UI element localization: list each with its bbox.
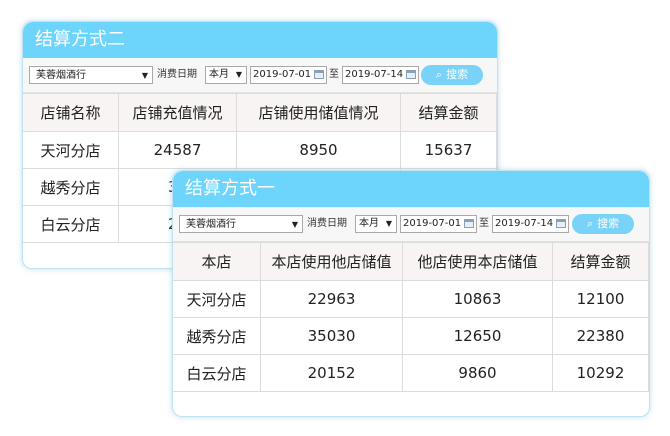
end-date-input[interactable]: 2019-07-14 [492,215,569,233]
start-date-value: 2019-07-01 [253,69,312,80]
column-header: 他店使用本店储值 [402,242,553,281]
column-header: 结算金额 [400,93,497,132]
table-cell: 天河分店 [173,280,261,318]
calendar-icon[interactable] [314,70,324,79]
table-cell: 22963 [260,280,403,318]
table-cell: 20152 [260,354,403,392]
search-button[interactable]: ⌕ 搜索 [572,214,634,234]
store-select[interactable]: 芙蓉烟酒行 ▼ [29,66,153,84]
date-label: 消费日期 [307,218,347,229]
chevron-down-icon: ▼ [291,220,298,229]
date-label: 消费日期 [157,69,197,80]
table-cell: 9860 [402,354,553,392]
calendar-icon[interactable] [556,219,566,228]
period-select-value: 本月 [359,218,379,229]
chevron-down-icon: ▼ [235,70,242,79]
table-row: 天河分店 24587 8950 15637 [23,131,497,169]
to-label: 至 [329,69,339,80]
settlement-table: 本店 本店使用他店储值 他店使用本店储值 结算金额 天河分店 22963 108… [173,242,649,392]
column-header: 结算金额 [552,242,649,281]
table-cell: 8950 [236,131,401,169]
settlement-panel-one: 结算方式一 芙蓉烟酒行 ▼ 消费日期 本月 ▼ 2019-07-01 至 201… [172,170,650,417]
calendar-icon[interactable] [464,219,474,228]
store-select[interactable]: 芙蓉烟酒行 ▼ [179,215,303,233]
table-cell: 12650 [402,317,553,355]
panel-title: 结算方式二 [23,22,497,58]
search-button[interactable]: ⌕ 搜索 [421,65,483,85]
table-row: 越秀分店 35030 12650 22380 [173,317,649,355]
table-cell: 24587 [118,131,237,169]
table-cell: 22380 [552,317,649,355]
start-date-input[interactable]: 2019-07-01 [250,66,327,84]
table-cell: 12100 [552,280,649,318]
chevron-down-icon: ▼ [141,71,148,80]
search-button-label: 搜索 [597,217,620,230]
table-row: 白云分店 20152 9860 10292 [173,354,649,392]
panel-title: 结算方式一 [173,171,649,207]
store-select-value: 芙蓉烟酒行 [36,70,86,81]
table-header-row: 店铺名称 店铺充值情况 店铺使用储值情况 结算金额 [23,93,497,132]
column-header: 本店使用他店储值 [260,242,403,281]
start-date-value: 2019-07-01 [403,218,462,229]
column-header: 店铺充值情况 [118,93,237,132]
period-select[interactable]: 本月 ▼ [205,66,247,84]
start-date-input[interactable]: 2019-07-01 [400,215,477,233]
table-cell: 天河分店 [23,131,119,169]
end-date-value: 2019-07-14 [345,69,404,80]
chevron-down-icon: ▼ [385,219,392,228]
table-cell: 越秀分店 [23,168,119,206]
search-icon: ⌕ [435,68,443,81]
filter-toolbar: 芙蓉烟酒行 ▼ 消费日期 本月 ▼ 2019-07-01 至 2019-07-1… [173,207,649,242]
table-header-row: 本店 本店使用他店储值 他店使用本店储值 结算金额 [173,242,649,281]
table-cell: 白云分店 [173,354,261,392]
table-cell: 15637 [400,131,497,169]
period-select[interactable]: 本月 ▼ [355,215,397,233]
calendar-icon[interactable] [406,70,416,79]
filter-toolbar: 芙蓉烟酒行 ▼ 消费日期 本月 ▼ 2019-07-01 至 2019-07-1… [23,58,497,93]
column-header: 本店 [173,242,261,281]
table-cell: 10292 [552,354,649,392]
table-row: 天河分店 22963 10863 12100 [173,280,649,318]
table-cell: 35030 [260,317,403,355]
search-icon: ⌕ [586,217,594,230]
table-cell: 白云分店 [23,205,119,243]
to-label: 至 [479,218,489,229]
period-select-value: 本月 [209,69,229,80]
table-cell: 10863 [402,280,553,318]
column-header: 店铺使用储值情况 [236,93,401,132]
table-cell: 越秀分店 [173,317,261,355]
end-date-input[interactable]: 2019-07-14 [342,66,419,84]
store-select-value: 芙蓉烟酒行 [186,219,236,230]
end-date-value: 2019-07-14 [495,218,554,229]
search-button-label: 搜索 [446,68,469,81]
column-header: 店铺名称 [23,93,119,132]
